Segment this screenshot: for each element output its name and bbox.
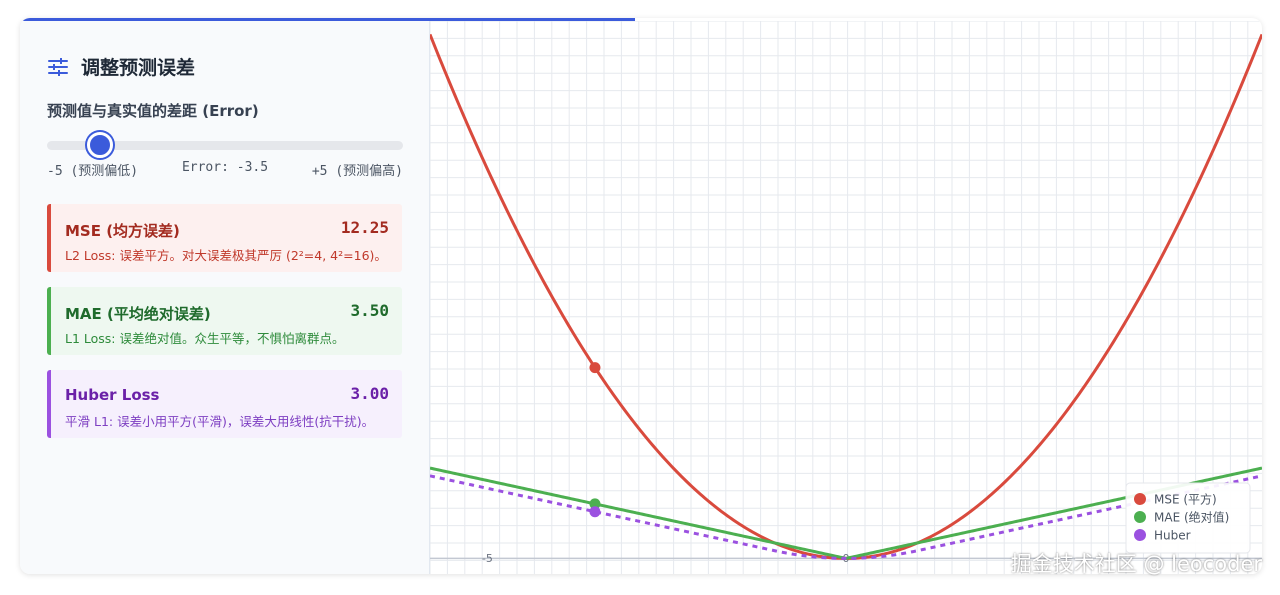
panel-header: 调整预测误差: [47, 53, 195, 80]
legend-swatch: [1134, 529, 1146, 541]
huber-description: 平滑 L1: 误差小用平方(平滑)，误差大用线性(抗干扰)。: [65, 414, 375, 429]
legend-label: MSE (平方): [1154, 492, 1217, 507]
mse-card: MSE (均方误差) 12.25 L2 Loss: 误差平方。对大误差极其严厉 …: [47, 204, 402, 272]
loss-chart: -5 0MSE (平方)MAE (绝对值)Huber: [430, 21, 1262, 574]
x-tick-label: -5: [482, 552, 493, 565]
mse-value: 12.25: [340, 218, 389, 237]
sliders-icon: [48, 57, 68, 76]
panel-title: 调整预测误差: [81, 57, 196, 79]
huber-name: Huber Loss: [65, 386, 160, 404]
current-error-readout: Error: -3.5: [181, 160, 269, 175]
legend-swatch: [1134, 493, 1146, 505]
mse-description: L2 Loss: 误差平方。对大误差极其严厉 (2²=4, 4²=16)。: [65, 248, 387, 263]
watermark: 掘金技术社区 @ leocoder: [1010, 552, 1262, 576]
current-point-marker: [589, 362, 601, 374]
mse-name: MSE (均方误差): [65, 222, 180, 240]
slider-scale: -5 (预测偏低) Error: -3.5 +5 (预测偏高): [47, 160, 403, 179]
slider-label: 预测值与真实值的差距 (Error): [47, 102, 259, 120]
mae-name: MAE (平均绝对误差): [65, 305, 211, 323]
scale-max-label: +5 (预测偏高): [311, 164, 403, 179]
mae-description: L1 Loss: 误差绝对值。众生平等，不惧怕离群点。: [65, 331, 345, 346]
legend-swatch: [1134, 511, 1146, 523]
scale-min-label: -5 (预测偏低): [47, 164, 139, 179]
mae-value: 3.50: [350, 301, 389, 320]
legend-label: Huber: [1154, 529, 1191, 543]
series-line: [430, 33, 1262, 560]
legend-label: MAE (绝对值): [1154, 510, 1229, 525]
mae-card: MAE (平均绝对误差) 3.50 L1 Loss: 误差绝对值。众生平等，不惧…: [47, 287, 402, 355]
huber-card: Huber Loss 3.00 平滑 L1: 误差小用平方(平滑)，误差大用线性…: [47, 370, 402, 438]
control-panel: 调整预测误差 预测值与真实值的差距 (Error) -5 (预测偏低) Erro…: [20, 21, 430, 574]
error-slider-thumb[interactable]: [87, 132, 114, 158]
main-card: 调整预测误差 预测值与真实值的差距 (Error) -5 (预测偏低) Erro…: [20, 18, 1262, 574]
huber-value: 3.00: [350, 384, 389, 403]
current-point-marker: [589, 506, 601, 518]
